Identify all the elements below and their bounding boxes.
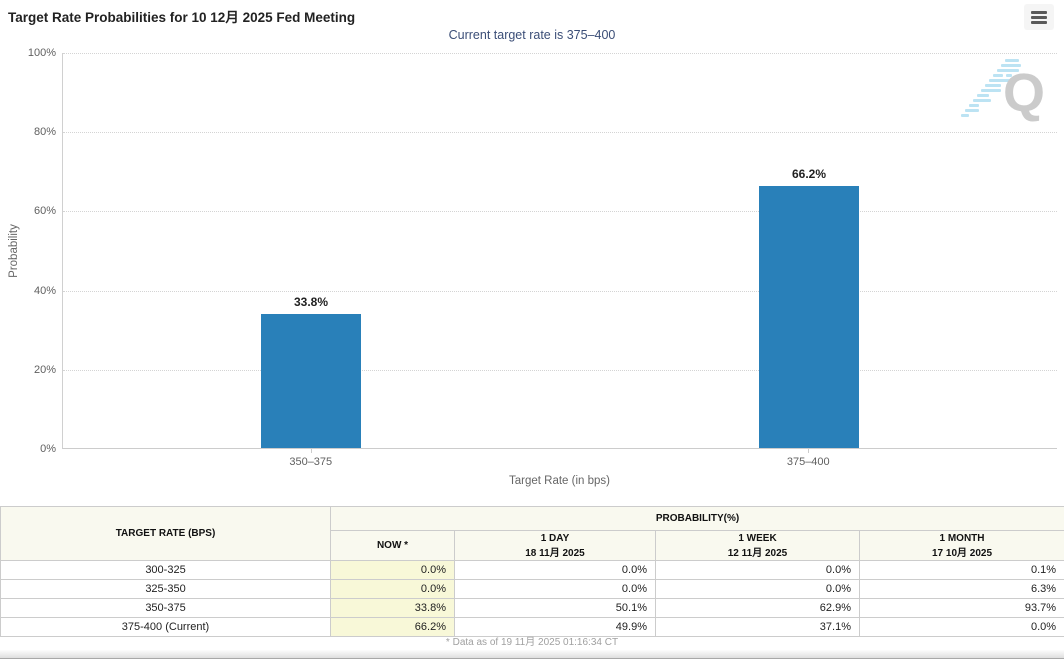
col-header-1month: 1 MONTH 17 10月 2025: [860, 531, 1064, 561]
col-header-target-rate: TARGET RATE (BPS): [1, 507, 331, 561]
rate-cell: 325-350: [1, 580, 331, 599]
col-header-label: 1 MONTH: [940, 533, 985, 544]
week-value-cell: 0.0%: [656, 580, 860, 599]
bar-value-label: 66.2%: [792, 167, 826, 181]
col-header-label: 1 WEEK: [738, 533, 776, 544]
y-axis-title: Probability: [8, 224, 20, 278]
month-value-cell: 0.0%: [860, 618, 1064, 637]
col-header-probability: PROBABILITY(%): [331, 507, 1064, 531]
now-value-cell: 33.8%: [331, 599, 455, 618]
chart-context-menu-button[interactable]: [1024, 4, 1054, 30]
col-header-date: 12 11月 2025: [656, 544, 859, 559]
y-tick-label: 20%: [0, 364, 56, 376]
col-header-1week: 1 WEEK 12 11月 2025: [656, 531, 860, 561]
rate-cell: 375-400 (Current): [1, 618, 331, 637]
col-header-date: 18 11月 2025: [455, 544, 655, 559]
y-tick-label: 40%: [0, 285, 56, 297]
bar-rect: [759, 186, 859, 448]
x-tick-mark: [808, 449, 809, 453]
bar-rect: [261, 314, 361, 448]
x-tick-label: 350–375: [289, 456, 332, 468]
page-title: Target Rate Probabilities for 10 12月 202…: [8, 6, 355, 26]
col-header-label: 1 DAY: [541, 533, 570, 544]
rate-cell: 300-325: [1, 561, 331, 580]
week-value-cell: 62.9%: [656, 599, 860, 618]
gridline: [63, 291, 1057, 292]
day-value-cell: 49.9%: [455, 618, 656, 637]
week-value-cell: 37.1%: [656, 618, 860, 637]
day-value-cell: 50.1%: [455, 599, 656, 618]
y-tick-label: 80%: [0, 126, 56, 138]
now-value-cell: 0.0%: [331, 580, 455, 599]
month-value-cell: 6.3%: [860, 580, 1064, 599]
day-value-cell: 0.0%: [455, 561, 656, 580]
quikstrike-logo-watermark: Q: [953, 57, 1049, 123]
bar-value-label: 33.8%: [294, 295, 328, 309]
day-value-cell: 0.0%: [455, 580, 656, 599]
week-value-cell: 0.0%: [656, 561, 860, 580]
table-row: 325-350 0.0% 0.0% 0.0% 6.3%: [1, 580, 1064, 599]
now-value-cell: 0.0%: [331, 561, 455, 580]
svg-text:Q: Q: [1003, 63, 1045, 123]
probability-bar-chart: 100% 80% 60% 40% 20% 0% Probability: [0, 45, 1064, 500]
table-row: 375-400 (Current) 66.2% 49.9% 37.1% 0.0%: [1, 618, 1064, 637]
hamburger-icon: [1031, 11, 1047, 24]
gridline: [63, 211, 1057, 212]
gridline: [63, 53, 1057, 54]
gridline: [63, 370, 1057, 371]
data-as-of-footnote: * Data as of 19 11月 2025 01:16:34 CT: [0, 636, 1064, 650]
rate-cell: 350-375: [1, 599, 331, 618]
fedwatch-page: Target Rate Probabilities for 10 12月 202…: [0, 0, 1064, 660]
y-tick-label: 0%: [0, 443, 56, 455]
gridline: [63, 132, 1057, 133]
col-header-1day: 1 DAY 18 11月 2025: [455, 531, 656, 561]
chart-subtitle: Current target rate is 375–400: [0, 28, 1064, 42]
bottom-divider-bar: [0, 650, 1064, 659]
y-tick-label: 100%: [0, 47, 56, 59]
now-value-cell: 66.2%: [331, 618, 455, 637]
plot-area: Q 33.8% 66.2%: [62, 53, 1057, 449]
probability-table: TARGET RATE (BPS) PROBABILITY(%) NOW * 1…: [0, 506, 1064, 637]
x-tick-mark: [311, 449, 312, 453]
bar-375-400[interactable]: 66.2%: [759, 53, 859, 448]
table-row: 300-325 0.0% 0.0% 0.0% 0.1%: [1, 561, 1064, 580]
x-axis: 350–375 375–400: [62, 449, 1057, 473]
y-tick-label: 60%: [0, 205, 56, 217]
col-header-date: 17 10月 2025: [860, 544, 1064, 559]
month-value-cell: 93.7%: [860, 599, 1064, 618]
col-header-now: NOW *: [331, 531, 455, 561]
x-axis-title: Target Rate (in bps): [62, 475, 1057, 487]
x-tick-label: 375–400: [787, 456, 830, 468]
table-row: 350-375 33.8% 50.1% 62.9% 93.7%: [1, 599, 1064, 618]
bar-350-375[interactable]: 33.8%: [261, 53, 361, 448]
month-value-cell: 0.1%: [860, 561, 1064, 580]
